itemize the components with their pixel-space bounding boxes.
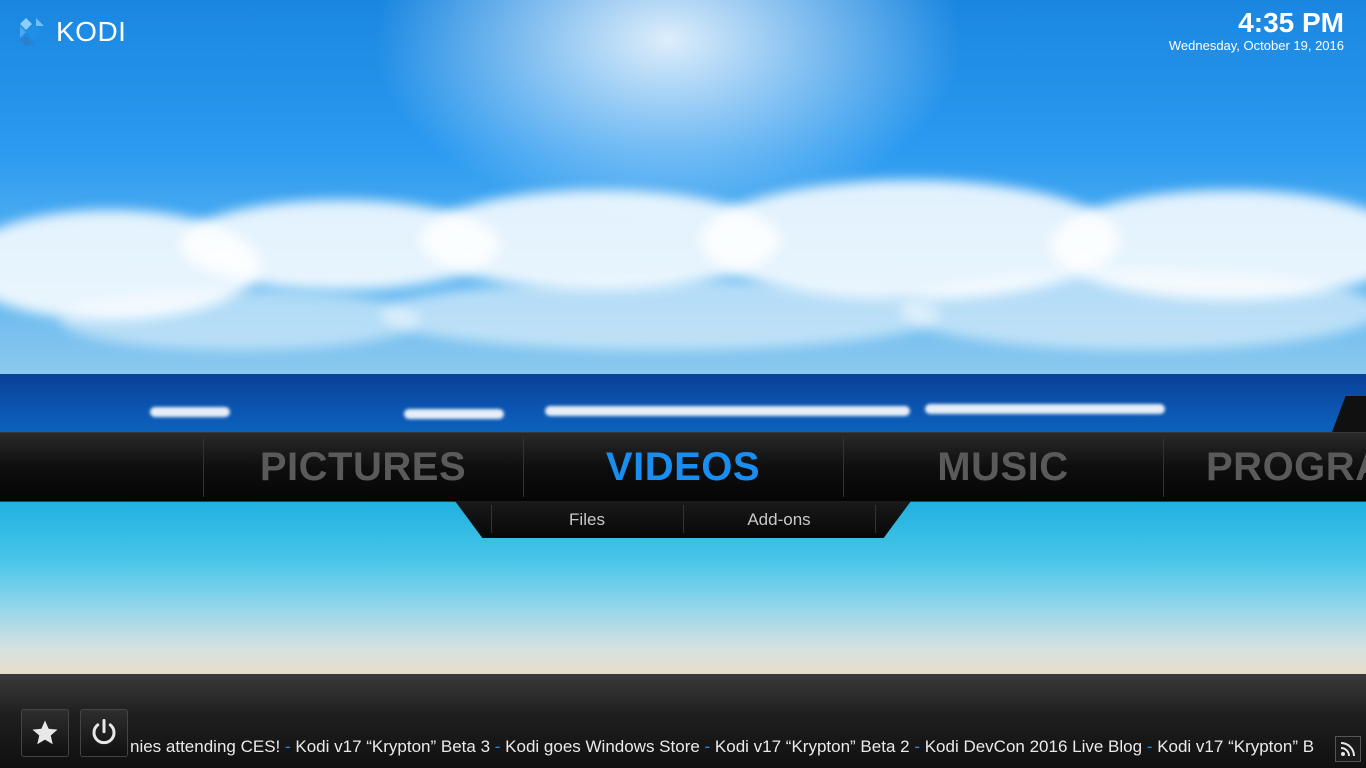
power-icon [92,719,116,745]
submenu-separator [875,505,876,533]
clock: 4:35 PM Wednesday, October 19, 2016 [1169,6,1344,53]
rss-icon [1340,742,1355,757]
kodi-logo-icon [16,14,52,50]
kodi-logo: KODI [16,14,126,50]
power-button[interactable] [80,709,128,757]
videos-submenu: Files Add-ons [455,501,911,538]
clouds [0,160,1366,376]
menu-item-previous[interactable] [0,433,204,501]
menu-item-videos[interactable]: VIDEOS [523,433,843,501]
submenu-item-addons[interactable]: Add-ons [683,501,875,538]
rss-button[interactable] [1335,736,1361,762]
ticker-item[interactable]: Kodi v17 “Krypton” B [1157,737,1314,756]
ticker-item[interactable]: Kodi v17 “Krypton” Beta 2 [715,737,910,756]
background-image [0,0,1366,768]
ticker-item[interactable]: Kodi DevCon 2016 Live Blog [925,737,1142,756]
clock-time: 4:35 PM [1238,7,1344,38]
menu-item-music[interactable]: MUSIC [843,433,1163,501]
logo-text: KODI [56,16,127,47]
main-menu: PICTURES VIDEOS MUSIC PROGRA [0,432,1366,502]
menu-item-programs[interactable]: PROGRA [1163,433,1366,501]
ticker-item[interactable]: Kodi goes Windows Store [505,737,700,756]
ticker-item[interactable]: Kodi v17 “Krypton” Beta 3 [295,737,490,756]
clock-date: Wednesday, October 19, 2016 [1168,38,1344,53]
menu-item-pictures[interactable]: PICTURES [203,433,523,501]
submenu-item-files[interactable]: Files [491,501,683,538]
favourites-button[interactable] [21,709,69,757]
rss-ticker: nies attending CES! - Kodi v17 “Krypton”… [130,737,1315,756]
ticker-item[interactable]: nies attending CES! [130,737,280,756]
star-icon [32,720,58,745]
